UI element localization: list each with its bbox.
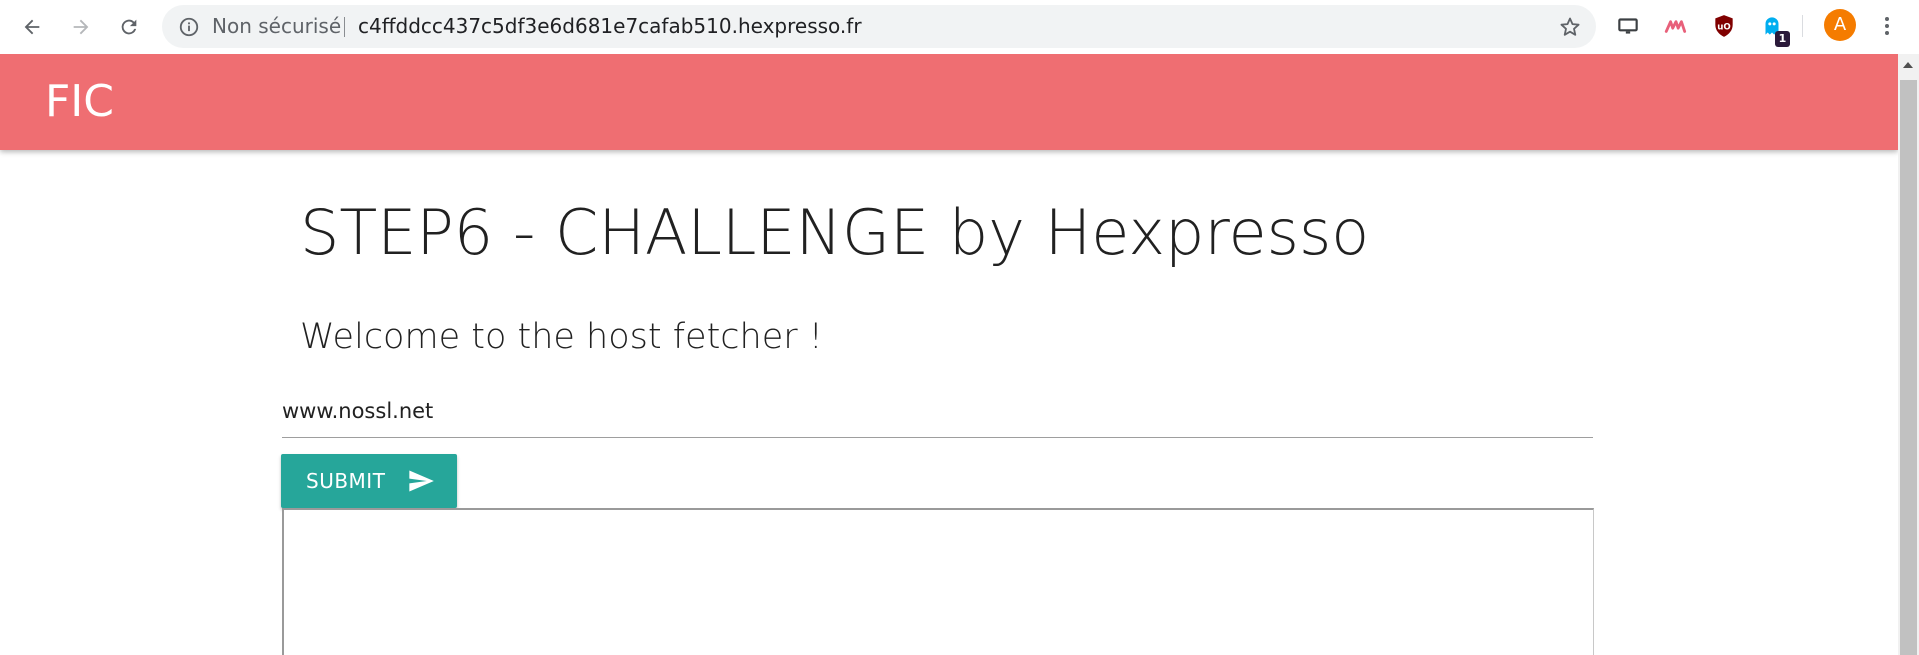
back-icon	[24, 19, 40, 35]
star-icon[interactable]	[1558, 15, 1582, 39]
toolbar-divider	[1802, 15, 1803, 37]
submit-label: SUBMIT	[306, 469, 386, 493]
brand-logo[interactable]: FIC	[45, 54, 114, 150]
wave-extension-button[interactable]	[1661, 11, 1691, 41]
app-header: FIC	[0, 54, 1898, 150]
ghostery-button[interactable]: 1	[1757, 11, 1790, 47]
scroll-thumb[interactable]	[1900, 80, 1917, 655]
reload-icon	[121, 19, 137, 35]
result-output[interactable]	[282, 508, 1594, 655]
reload-button[interactable]	[111, 9, 147, 45]
svg-text:uO: uO	[1717, 22, 1731, 32]
browser-toolbar: Non sécurisé c4ffddcc437c5df3e6d681e7caf…	[0, 0, 1919, 54]
cast-button[interactable]	[1613, 11, 1643, 41]
profile-avatar[interactable]: A	[1824, 9, 1856, 41]
browser-menu-button[interactable]	[1872, 11, 1902, 41]
welcome-heading: Welcome to the host fetcher !	[300, 317, 823, 357]
forward-icon	[73, 19, 89, 35]
omnibox-divider	[344, 17, 345, 37]
submit-button[interactable]: SUBMIT	[281, 454, 457, 508]
page-title: STEP6 - CHALLENGE by Hexpresso	[300, 196, 1370, 269]
host-input[interactable]	[282, 384, 1593, 438]
info-icon[interactable]	[178, 16, 200, 38]
url-text[interactable]: c4ffddcc437c5df3e6d681e7cafab510.hexpres…	[358, 5, 862, 48]
ublock-button[interactable]: uO	[1709, 11, 1739, 41]
address-bar[interactable]: Non sécurisé c4ffddcc437c5df3e6d681e7caf…	[162, 5, 1596, 48]
send-icon	[409, 470, 435, 492]
scroll-up-arrow[interactable]	[1903, 62, 1913, 68]
vertical-scrollbar[interactable]	[1898, 54, 1919, 655]
ublock-icon: uO	[1715, 15, 1733, 37]
menu-icon	[1885, 17, 1889, 35]
back-button[interactable]	[14, 9, 50, 45]
cast-icon	[1618, 18, 1638, 34]
security-label[interactable]: Non sécurisé	[212, 5, 341, 48]
extension-badge: 1	[1775, 31, 1790, 47]
page-viewport: FIC STEP6 - CHALLENGE by Hexpresso Welco…	[0, 54, 1898, 655]
wave-extension-icon	[1664, 20, 1687, 33]
forward-button[interactable]	[63, 9, 99, 45]
